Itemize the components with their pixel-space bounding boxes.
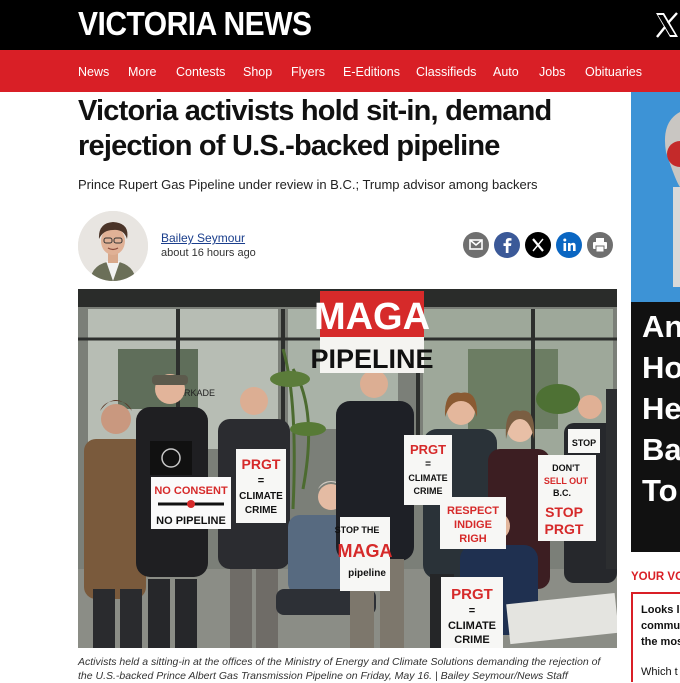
sign-sell-out: SELL OUT xyxy=(544,476,589,486)
rail-ad-word-2: Ho xyxy=(642,350,680,385)
rail-ad-word-4: Ba xyxy=(642,432,680,467)
sign-no-consent: NO CONSENT xyxy=(154,485,228,497)
sign-bc: B.C. xyxy=(553,488,571,498)
sign-stop-small: STOP xyxy=(572,438,596,448)
nav-item-flyers[interactable]: Flyers xyxy=(291,65,325,79)
your-vote-label: YOUR VOTE xyxy=(631,571,680,583)
headline-line-1: Victoria activists hold sit-in, demand xyxy=(78,95,552,127)
facebook-icon[interactable] xyxy=(494,232,520,258)
print-icon[interactable] xyxy=(587,232,613,258)
author-avatar[interactable] xyxy=(78,211,148,281)
nav-item-shop[interactable]: Shop xyxy=(243,65,272,79)
photo-caption: Activists held a sitting-in at the offic… xyxy=(78,655,618,683)
top-bar: VICTORIA NEWS xyxy=(0,0,680,50)
sign-1-prgt: PRGT xyxy=(242,456,281,472)
linkedin-icon[interactable] xyxy=(556,232,582,258)
rail-ad-word-5: To xyxy=(642,473,678,508)
sign-1-climate: CLIMATE xyxy=(239,491,283,502)
nav-item-obituaries[interactable]: Obituaries xyxy=(585,65,642,79)
poll-line-4: Which t xyxy=(641,666,678,678)
rail-ad-word-3: He xyxy=(642,391,680,426)
sign-stop: STOP xyxy=(545,504,583,520)
sign-2-climate: CLIMATE xyxy=(408,473,447,483)
sign-3-crime: CRIME xyxy=(454,634,489,646)
sign-respect-line3: RIGH xyxy=(459,533,487,545)
x-icon[interactable] xyxy=(525,232,551,258)
nav-item-more[interactable]: More xyxy=(128,65,156,79)
nav-item-jobs[interactable]: Jobs xyxy=(539,65,565,79)
sign-3-equals: = xyxy=(469,605,475,617)
big-sign-maga: MAGA xyxy=(314,296,430,338)
sign-stop-the: STOP THE xyxy=(335,525,380,535)
poll-line-2: commu xyxy=(641,620,680,632)
email-icon[interactable] xyxy=(463,232,489,258)
sign-3-climate: CLIMATE xyxy=(448,620,496,632)
sign-pipeline-small: pipeline xyxy=(348,568,386,579)
nav-item-contests[interactable]: Contests xyxy=(176,65,225,79)
caption-line-2: the U.S.-backed Prince Albert Gas Transm… xyxy=(78,670,568,682)
nav-item-news[interactable]: News xyxy=(78,65,109,79)
nav-item-e-editions[interactable]: E-Editions xyxy=(343,65,400,79)
x-social-icon[interactable] xyxy=(654,11,680,39)
sign-2-equals: = xyxy=(425,459,431,470)
sign-no-pipeline: NO PIPELINE xyxy=(156,515,226,527)
rail-ad-word-1: An xyxy=(642,309,680,344)
sign-stop-prgt: PRGT xyxy=(545,521,584,537)
poll-box[interactable]: Looks li commu the mos Which t xyxy=(631,592,680,682)
article-dek: Prince Rupert Gas Pipeline under review … xyxy=(78,177,538,192)
nav-item-classifieds[interactable]: Classifieds xyxy=(416,65,476,79)
poll-line-1: Looks li xyxy=(641,604,680,616)
poll-line-3: the mos xyxy=(641,636,680,648)
nav-item-auto[interactable]: Auto xyxy=(493,65,519,79)
sign-respect-line2: INDIGE xyxy=(454,519,492,531)
sign-1-crime: CRIME xyxy=(245,505,278,516)
sign-dont: DON'T xyxy=(552,463,580,473)
sign-2-prgt: PRGT xyxy=(410,442,446,457)
article-headline: Victoria activists hold sit-in, demand r… xyxy=(78,94,618,164)
main-nav: News More Contests Shop Flyers E-Edition… xyxy=(0,50,680,92)
sign-2-crime: CRIME xyxy=(414,486,443,496)
sign-3-prgt: PRGT xyxy=(451,586,493,603)
caption-line-1: Activists held a sitting-in at the offic… xyxy=(78,656,601,668)
sign-respect-line1: RESPECT xyxy=(447,505,499,517)
rail-ad-top[interactable] xyxy=(631,92,680,302)
author-name-link[interactable]: Bailey Seymour xyxy=(161,231,245,245)
headline-line-2: rejection of U.S.-backed pipeline xyxy=(78,130,500,162)
sign-1-equals: = xyxy=(258,475,264,487)
site-logo[interactable]: VICTORIA NEWS xyxy=(78,6,312,44)
rail-ad-promo[interactable]: An Ho He Ba To xyxy=(631,302,680,552)
big-sign-pipeline: PIPELINE xyxy=(310,344,433,374)
publish-time: about 16 hours ago xyxy=(161,247,256,259)
article-photo[interactable]: ARKADE MAGA PIPELINE NO CONSENT NO PIPEL… xyxy=(78,289,617,648)
sign-maga-small: MAGA xyxy=(338,541,393,561)
